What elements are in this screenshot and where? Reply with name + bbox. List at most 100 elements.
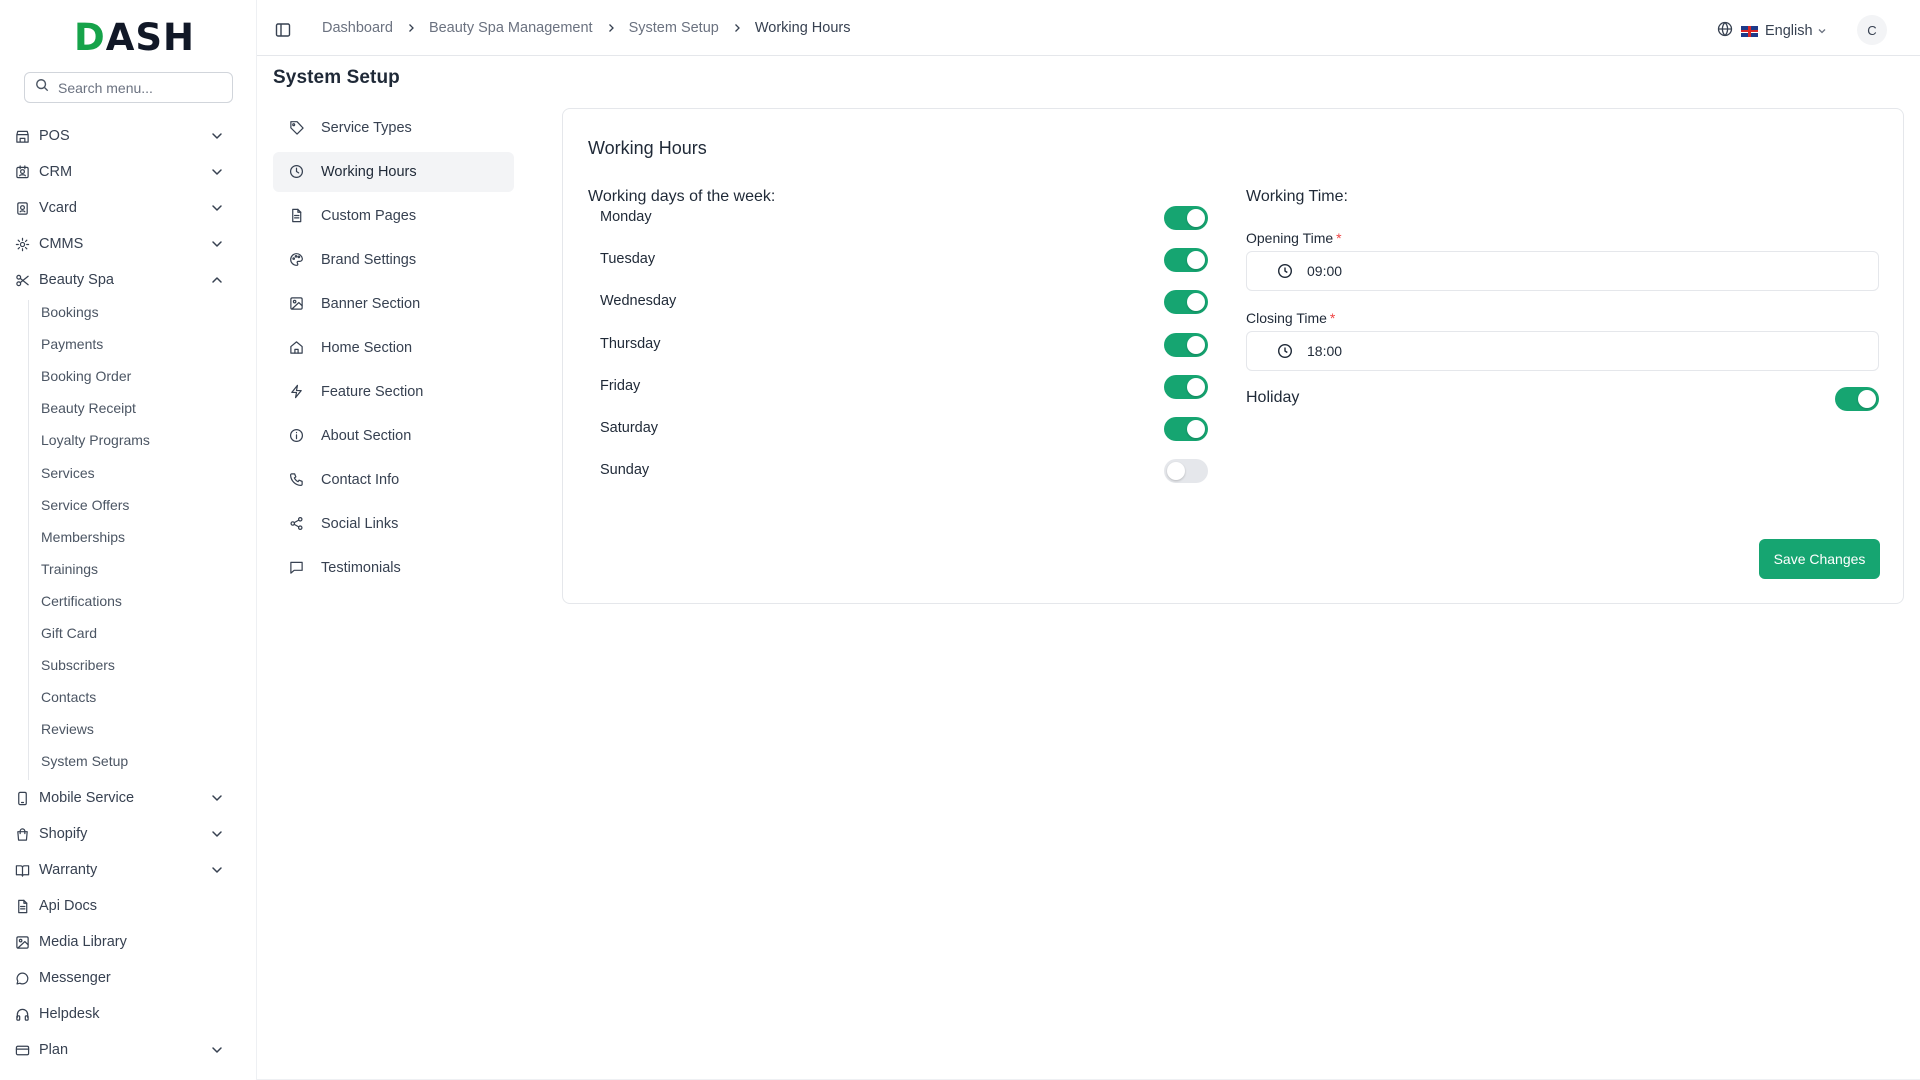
setup-menu-label: Social Links [321,516,399,532]
sidebar-item-label: Messenger [39,970,111,986]
breadcrumb-dashboard[interactable]: Dashboard [322,20,393,36]
sidebar-item-helpdesk[interactable]: Helpdesk [14,1000,236,1028]
book-icon [14,862,30,878]
time-section-title: Working Time: [1246,188,1348,205]
sidebar-item-crm[interactable]: CRM [14,158,236,186]
setup-menu-custom-pages[interactable]: Custom Pages [273,196,514,236]
sidebar-subitem-contacts[interactable]: Contacts [41,685,96,709]
sidebar-subitem-beauty-receipt[interactable]: Beauty Receipt [41,396,136,420]
save-changes-button[interactable]: Save Changes [1759,539,1880,579]
sidebar-item-label: Mobile Service [39,790,135,806]
image-icon [289,296,305,312]
sidebar-item-label: Vcard [39,200,77,216]
day-label: Saturday [600,420,659,436]
thursday-toggle[interactable] [1164,332,1208,357]
setup-menu-home-section[interactable]: Home Section [273,328,514,368]
toggle-knob [1167,462,1185,481]
breadcrumb-working-hours: Working Hours [754,20,851,36]
sidebar-item-media-library[interactable]: Media Library [14,928,236,956]
sidebar-subitem-system-setup[interactable]: System Setup [41,749,128,773]
sidebar-subitem-trainings[interactable]: Trainings [41,557,98,581]
search-input[interactable] [58,79,228,96]
day-row-sunday: Sunday [600,457,1208,485]
home-icon [289,340,305,356]
sidebar-item-vcard[interactable]: Vcard [14,194,236,222]
toggle-knob [1187,377,1205,396]
setup-menu-service-types[interactable]: Service Types [273,108,514,148]
sidebar-item-label: Plan [39,1042,69,1058]
sidebar-subitem-certifications[interactable]: Certifications [41,589,122,613]
sidebar-item-label: Warranty [39,862,98,878]
sidebar-subitem-loyalty-programs[interactable]: Loyalty Programs [41,428,150,452]
credit-card-icon [14,1042,30,1058]
clock-icon [289,164,305,180]
setup-menu-label: Testimonials [321,560,401,576]
toggle-knob [1187,209,1205,227]
sidebar-subitem-gift-card[interactable]: Gift Card [41,621,97,645]
holiday-toggle[interactable] [1835,387,1879,411]
wednesday-toggle[interactable] [1164,290,1208,315]
share-icon [289,516,305,532]
saturday-toggle[interactable] [1164,417,1208,441]
setup-menu-social-links[interactable]: Social Links [273,504,514,544]
sidebar-item-shopify[interactable]: Shopify [14,820,236,848]
sidebar-item-messenger[interactable]: Messenger [14,964,236,992]
sidebar-subitem-reviews[interactable]: Reviews [41,717,94,741]
file-icon [289,208,305,224]
tuesday-toggle[interactable] [1164,248,1208,273]
sidebar-subitem-services[interactable]: Services [41,461,95,485]
sidebar-item-label: Media Library [39,934,127,950]
breadcrumb-beauty-spa-management[interactable]: Beauty Spa Management [429,20,593,36]
sunday-toggle[interactable] [1164,459,1208,484]
sidebar-item-pos[interactable]: POS [14,122,236,150]
sidebar-item-label: CRM [39,164,73,180]
sidebar-item-plan[interactable]: Plan [14,1036,236,1064]
card-title: Working Hours [588,138,707,158]
sidebar-item-cmms[interactable]: CMMS [14,230,236,258]
friday-toggle[interactable] [1164,374,1208,399]
sidebar-item-beauty-spa[interactable]: Beauty Spa [14,266,236,294]
day-label: Monday [600,209,652,225]
setup-menu-brand-settings[interactable]: Brand Settings [273,240,514,280]
setup-menu-testimonials[interactable]: Testimonials [273,548,514,588]
sidebar-subitem-memberships[interactable]: Memberships [41,525,125,549]
sidebar-subitem-service-offers[interactable]: Service Offers [41,493,129,517]
avatar[interactable]: C [1857,15,1887,45]
toggle-knob [1187,293,1205,312]
sidebar-subitem-bookings[interactable]: Bookings [41,300,99,324]
setup-menu-label: Working Hours [321,164,417,180]
setup-menu-label: Custom Pages [321,208,417,224]
day-label: Sunday [600,462,650,479]
sidebar-toggle-icon[interactable] [275,22,291,38]
setup-menu-label: Brand Settings [321,252,417,268]
chevron-down-icon [210,165,224,179]
setup-menu-banner-section[interactable]: Banner Section [273,284,514,324]
setup-menu-feature-section[interactable]: Feature Section [273,372,514,412]
language-selector[interactable]: English [1717,21,1827,41]
setup-menu-label: Banner Section [321,296,421,312]
sidebar-item-api-docs[interactable]: Api Docs [14,892,236,920]
setup-submenu: Service Types Working Hours Custom Pages Br… [273,108,514,592]
day-row-wednesday: Wednesday [600,288,1208,316]
day-row-saturday: Saturday [600,415,1208,443]
sidebar-subitem-subscribers[interactable]: Subscribers [41,653,115,677]
shopping-bag-icon [14,826,30,842]
setup-menu-label: About Section [321,428,412,444]
setup-menu-about-section[interactable]: About Section [273,416,514,456]
breadcrumb-system-setup[interactable]: System Setup [629,20,719,36]
closing-time-input[interactable]: 18:00 [1246,331,1879,371]
opening-time-input[interactable]: 09:00 [1246,251,1879,291]
setup-menu-contact-info[interactable]: Contact Info [273,460,514,500]
sidebar-subitem-payments[interactable]: Payments [41,332,103,356]
sidebar-item-warranty[interactable]: Warranty [14,856,236,884]
chevron-down-icon [210,827,224,841]
sidebar-item-label: Shopify [39,826,88,842]
sidebar-item-mobile-service[interactable]: Mobile Service [14,784,236,812]
setup-menu-working-hours[interactable]: Working Hours [273,152,514,192]
opening-time-label: Opening Time * [1246,230,1342,246]
monday-toggle[interactable] [1164,206,1208,230]
logo[interactable]: DASH [74,18,195,58]
image-icon [14,934,30,950]
sidebar-subitem-booking-order[interactable]: Booking Order [41,364,131,388]
opening-time-value: 09:00 [1307,263,1343,279]
